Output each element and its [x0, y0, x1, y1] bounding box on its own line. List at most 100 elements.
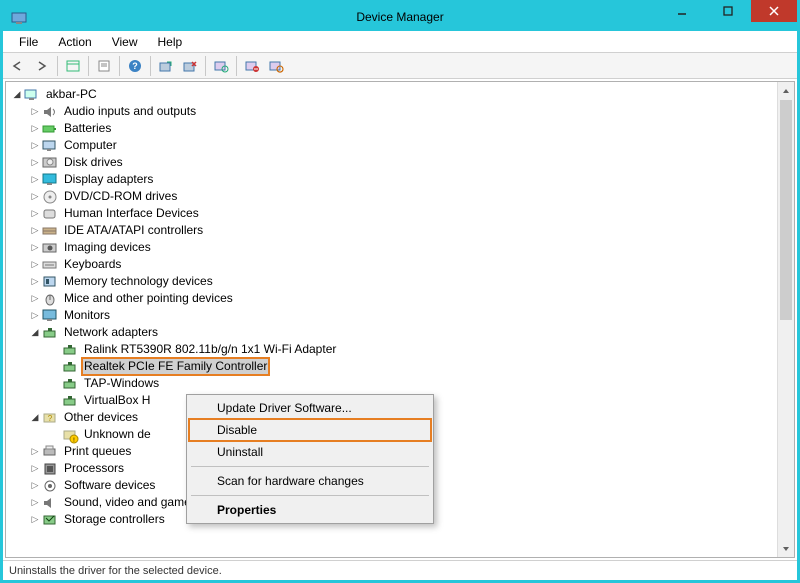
- tree-item-label[interactable]: Audio inputs and outputs: [62, 103, 198, 120]
- tree-item-label[interactable]: TAP-Windows: [82, 375, 161, 392]
- tree-item-label[interactable]: Storage controllers: [62, 511, 167, 528]
- network-icon: [62, 342, 78, 358]
- tree-item-label[interactable]: Software devices: [62, 477, 157, 494]
- keyboard-icon: [42, 257, 58, 273]
- expand-arrow-icon[interactable]: ▷: [28, 273, 42, 290]
- expand-arrow-icon[interactable]: ◢: [10, 86, 24, 103]
- tree-root[interactable]: ◢ akbar-PC: [8, 86, 775, 103]
- tree-category-hid[interactable]: ▷ Human Interface Devices: [8, 205, 775, 222]
- maximize-button[interactable]: [705, 0, 751, 22]
- tree-item-label[interactable]: Batteries: [62, 120, 113, 137]
- imaging-icon: [42, 240, 58, 256]
- tree-category-computer[interactable]: ▷ Computer: [8, 137, 775, 154]
- expand-arrow-icon[interactable]: ◢: [28, 324, 42, 341]
- toolbar-uninstall-button[interactable]: [179, 55, 201, 77]
- tree-device-item[interactable]: Ralink RT5390R 802.11b/g/n 1x1 Wi-Fi Ada…: [8, 341, 775, 358]
- context-menu: Update Driver Software...DisableUninstal…: [186, 394, 434, 524]
- expand-arrow-icon[interactable]: ▷: [28, 205, 42, 222]
- toolbar-back-button[interactable]: [7, 55, 29, 77]
- tree-device-item[interactable]: TAP-Windows: [8, 375, 775, 392]
- menu-action[interactable]: Action: [48, 33, 101, 51]
- tree-item-label[interactable]: Human Interface Devices: [62, 205, 201, 222]
- tree-item-label[interactable]: Mice and other pointing devices: [62, 290, 235, 307]
- expand-arrow-icon[interactable]: ◢: [28, 409, 42, 426]
- expand-arrow-icon[interactable]: ▷: [28, 137, 42, 154]
- tree-item-label[interactable]: IDE ATA/ATAPI controllers: [62, 222, 205, 239]
- menu-help[interactable]: Help: [148, 33, 193, 51]
- titlebar[interactable]: Device Manager: [3, 3, 797, 31]
- expand-arrow-icon[interactable]: ▷: [28, 256, 42, 273]
- tree-item-label[interactable]: Disk drives: [62, 154, 125, 171]
- expand-arrow-icon[interactable]: ▷: [28, 477, 42, 494]
- tree-item-label[interactable]: akbar-PC: [44, 86, 99, 103]
- tree-category-audio[interactable]: ▷ Audio inputs and outputs: [8, 103, 775, 120]
- toolbar-update-driver-button[interactable]: [155, 55, 177, 77]
- tree-item-label[interactable]: Monitors: [62, 307, 112, 324]
- tree-item-label[interactable]: Memory technology devices: [62, 273, 215, 290]
- tree-category-diskdrives[interactable]: ▷ Disk drives: [8, 154, 775, 171]
- tree-category-memtech[interactable]: ▷ Memory technology devices: [8, 273, 775, 290]
- tree-category-network[interactable]: ◢ Network adapters: [8, 324, 775, 341]
- tree-category-ide[interactable]: ▷ IDE ATA/ATAPI controllers: [8, 222, 775, 239]
- expand-arrow-icon[interactable]: ▷: [28, 188, 42, 205]
- context-menu-item[interactable]: Update Driver Software...: [189, 397, 431, 419]
- tree-category-monitors[interactable]: ▷ Monitors: [8, 307, 775, 324]
- tree-item-label[interactable]: VirtualBox H: [82, 392, 152, 409]
- context-menu-item[interactable]: Properties: [189, 499, 431, 521]
- memory-icon: [42, 274, 58, 290]
- menu-view[interactable]: View: [102, 33, 148, 51]
- battery-icon: [42, 121, 58, 137]
- expand-arrow-icon[interactable]: ▷: [28, 120, 42, 137]
- tree-item-label[interactable]: Display adapters: [62, 171, 155, 188]
- svg-text:?: ?: [132, 61, 138, 71]
- storage-icon: [42, 512, 58, 528]
- toolbar-help-button[interactable]: ?: [124, 55, 146, 77]
- tree-category-display[interactable]: ▷ Display adapters: [8, 171, 775, 188]
- context-menu-item[interactable]: Uninstall: [189, 441, 431, 463]
- context-menu-item[interactable]: Disable: [189, 419, 431, 441]
- expand-arrow-icon[interactable]: ▷: [28, 154, 42, 171]
- expand-arrow-icon[interactable]: ▷: [28, 307, 42, 324]
- toolbar-forward-button[interactable]: [31, 55, 53, 77]
- expand-arrow-icon[interactable]: ▷: [28, 494, 42, 511]
- tree-item-label[interactable]: Realtek PCIe FE Family Controller: [82, 358, 269, 375]
- tree-category-batteries[interactable]: ▷ Batteries: [8, 120, 775, 137]
- scroll-thumb[interactable]: [780, 100, 792, 320]
- toolbar-disable-button[interactable]: [241, 55, 263, 77]
- minimize-button[interactable]: [659, 0, 705, 22]
- vertical-scrollbar[interactable]: [777, 82, 794, 557]
- expand-arrow-icon[interactable]: ▷: [28, 239, 42, 256]
- expand-arrow-icon[interactable]: ▷: [28, 511, 42, 528]
- expand-arrow-icon[interactable]: ▷: [28, 290, 42, 307]
- tree-item-label[interactable]: Computer: [62, 137, 119, 154]
- toolbar-separator: [57, 56, 58, 76]
- scroll-up-button[interactable]: [778, 82, 794, 99]
- tree-item-label[interactable]: Keyboards: [62, 256, 123, 273]
- expand-arrow-icon[interactable]: ▷: [28, 103, 42, 120]
- tree-item-label[interactable]: Unknown de: [82, 426, 153, 443]
- tree-item-label[interactable]: Print queues: [62, 443, 133, 460]
- toolbar-enable-button[interactable]: [265, 55, 287, 77]
- expand-arrow-icon[interactable]: ▷: [28, 171, 42, 188]
- toolbar-scan-hardware-button[interactable]: [210, 55, 232, 77]
- menu-file[interactable]: File: [9, 33, 48, 51]
- expand-arrow-icon[interactable]: ▷: [28, 222, 42, 239]
- tree-item-label[interactable]: Ralink RT5390R 802.11b/g/n 1x1 Wi-Fi Ada…: [82, 341, 338, 358]
- scroll-down-button[interactable]: [778, 540, 794, 557]
- close-button[interactable]: [751, 0, 797, 22]
- expand-arrow-icon[interactable]: ▷: [28, 443, 42, 460]
- tree-item-label[interactable]: Imaging devices: [62, 239, 153, 256]
- tree-item-label[interactable]: Network adapters: [62, 324, 160, 341]
- tree-category-imaging[interactable]: ▷ Imaging devices: [8, 239, 775, 256]
- toolbar-properties-button[interactable]: [93, 55, 115, 77]
- tree-category-keyboards[interactable]: ▷ Keyboards: [8, 256, 775, 273]
- tree-category-dvd[interactable]: ▷ DVD/CD-ROM drives: [8, 188, 775, 205]
- tree-device-item[interactable]: Realtek PCIe FE Family Controller: [8, 358, 775, 375]
- tree-item-label[interactable]: Processors: [62, 460, 126, 477]
- context-menu-item[interactable]: Scan for hardware changes: [189, 470, 431, 492]
- tree-item-label[interactable]: Other devices: [62, 409, 140, 426]
- toolbar-show-hidden-button[interactable]: [62, 55, 84, 77]
- tree-item-label[interactable]: DVD/CD-ROM drives: [62, 188, 179, 205]
- tree-category-mice[interactable]: ▷ Mice and other pointing devices: [8, 290, 775, 307]
- expand-arrow-icon[interactable]: ▷: [28, 460, 42, 477]
